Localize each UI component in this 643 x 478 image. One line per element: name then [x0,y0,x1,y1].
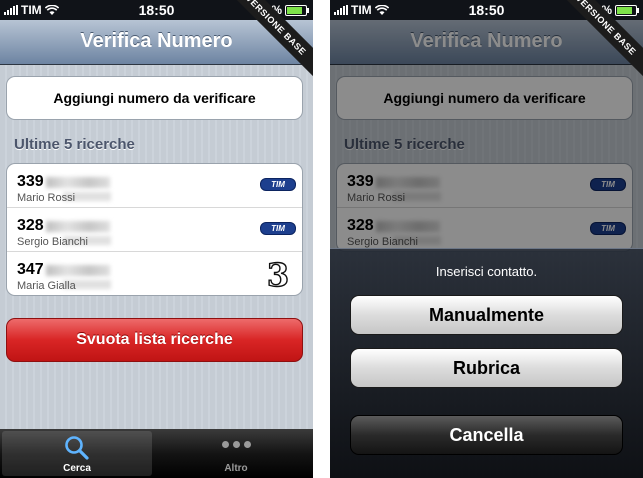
tim-logo-icon: TIM [260,178,296,191]
search-icon [65,436,89,460]
tab-label: Cerca [63,463,91,474]
more-icon [161,441,311,448]
svg-text:3: 3 [267,257,289,291]
recent-header: Ultime 5 ricerche [14,136,135,153]
list-item[interactable]: 347 Maria Gialla 3 [7,252,302,295]
list-item[interactable]: 339 Mario Rossi TIM [7,164,302,208]
cancel-button[interactable]: Cancella [350,415,623,455]
redacted-number [45,264,110,276]
phone-screen-action-sheet: TIM 18:50 0% Verifica Numero VERSIONE BA… [330,0,643,478]
tab-bar: Cerca Altro [0,429,313,478]
number-prefix: 339 [17,173,44,190]
screen-divider [313,0,330,478]
list-item[interactable]: 328 Sergio Bianchi TIM [7,208,302,252]
battery-icon [285,4,309,16]
manual-entry-button[interactable]: Manualmente [350,295,623,335]
recent-list: 339 Mario Rossi TIM 328 Sergio Bianchi T… [6,163,303,296]
tab-label: Altro [224,463,248,474]
action-sheet: Inserisci contatto. Manualmente Rubrica … [330,248,643,478]
contact-name: Mario Rossi [17,192,76,204]
redacted-number [45,176,110,188]
page-title: Verifica Numero [80,30,233,52]
redacted-number [45,220,110,232]
number-prefix: 347 [17,261,44,278]
number-prefix: 328 [17,217,44,234]
add-number-button[interactable]: Aggiungi numero da verificare [6,76,303,120]
clear-searches-button[interactable]: Svuota lista ricerche [6,318,303,362]
contact-name: Sergio Bianchi [17,236,88,248]
action-sheet-prompt: Inserisci contatto. [435,264,538,279]
phone-screen-main: TIM 18:50 0% Verifica Numero VERSIONE BA… [0,0,313,478]
tab-more[interactable]: Altro [161,431,311,476]
tim-logo-icon: TIM [260,222,296,235]
dim-overlay [330,20,643,248]
tab-search[interactable]: Cerca [2,431,152,476]
battery-icon [615,4,639,16]
three-logo-icon: 3 [266,257,290,291]
contacts-button[interactable]: Rubrica [350,348,623,388]
contact-name: Maria Gialla [17,280,76,292]
